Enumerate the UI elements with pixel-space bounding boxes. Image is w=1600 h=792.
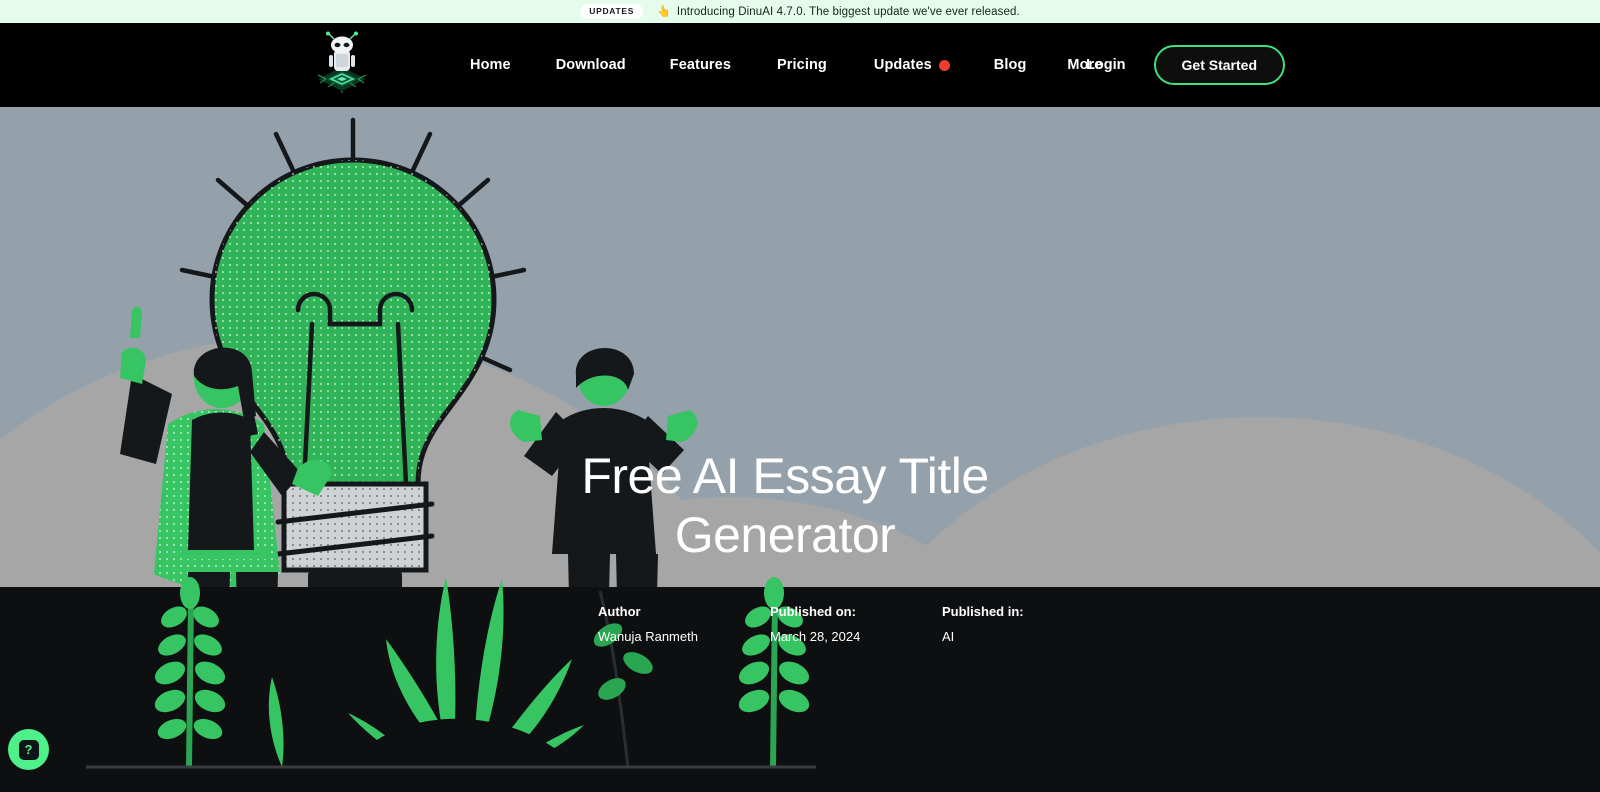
nav-item-features[interactable]: Features xyxy=(670,57,731,73)
help-button[interactable]: ? xyxy=(8,729,49,770)
nav-item-blog[interactable]: Blog xyxy=(994,57,1027,73)
page-root: UPDATES 👆 Introducing DinuAI 4.7.0. The … xyxy=(0,0,1600,792)
meta-author: Author Wanuja Ranmeth xyxy=(598,605,770,643)
meta-author-label: Author xyxy=(598,604,641,619)
nav-item-features-label: Features xyxy=(669,57,732,73)
nav-item-home[interactable]: Home xyxy=(470,57,511,73)
meta-published-on-value: March 28, 2024 xyxy=(770,629,861,644)
main-navbar: Home Download Features Pricing Updates B… xyxy=(0,23,1600,107)
nav-item-home-label: Home xyxy=(470,57,511,73)
nav-item-updates[interactable]: Updates xyxy=(874,57,950,73)
article-meta-bar: Author Wanuja Ranmeth Published on: Marc… xyxy=(0,577,1600,792)
meta-published-in: Published in: AI xyxy=(942,605,1114,643)
pointing-up-emoji-icon: 👆 xyxy=(657,6,671,18)
nav-item-pricing[interactable]: Pricing xyxy=(777,57,827,73)
meta-published-in-label: Published in: xyxy=(942,604,1024,619)
nav-item-blog-label: Blog xyxy=(993,57,1027,73)
dinuai-robot-logo-icon[interactable] xyxy=(314,31,370,93)
get-started-button[interactable]: Get Started xyxy=(1153,45,1285,85)
announcement-badge: UPDATES xyxy=(580,4,644,19)
meta-author-value: Wanuja Ranmeth xyxy=(598,629,698,644)
announcement-text: Introducing DinuAI 4.7.0. The biggest up… xyxy=(676,5,1020,18)
nav-links: Home Download Features Pricing Updates B… xyxy=(470,23,1102,107)
meta-columns: Author Wanuja Ranmeth Published on: Marc… xyxy=(598,605,1114,643)
question-mark-icon: ? xyxy=(18,739,39,760)
meta-published-on-label: Published on: xyxy=(770,604,856,619)
nav-item-download-label: Download xyxy=(555,57,626,73)
meta-published-in-value: AI xyxy=(942,629,955,644)
login-link[interactable]: Login xyxy=(1086,57,1125,73)
nav-actions: Login Get Started xyxy=(1086,23,1285,107)
announcement-bar[interactable]: UPDATES 👆 Introducing DinuAI 4.7.0. The … xyxy=(0,0,1600,23)
meta-published-on: Published on: March 28, 2024 xyxy=(770,605,942,643)
nav-item-updates-label: Updates xyxy=(873,57,932,73)
hero-section: Free AI Essay Title Generator Author Wan… xyxy=(0,107,1600,792)
updates-notification-dot-icon xyxy=(938,59,950,71)
nav-item-download[interactable]: Download xyxy=(556,57,626,73)
nav-item-pricing-label: Pricing xyxy=(777,57,827,73)
announcement-message: 👆 Introducing DinuAI 4.7.0. The biggest … xyxy=(657,5,1020,19)
